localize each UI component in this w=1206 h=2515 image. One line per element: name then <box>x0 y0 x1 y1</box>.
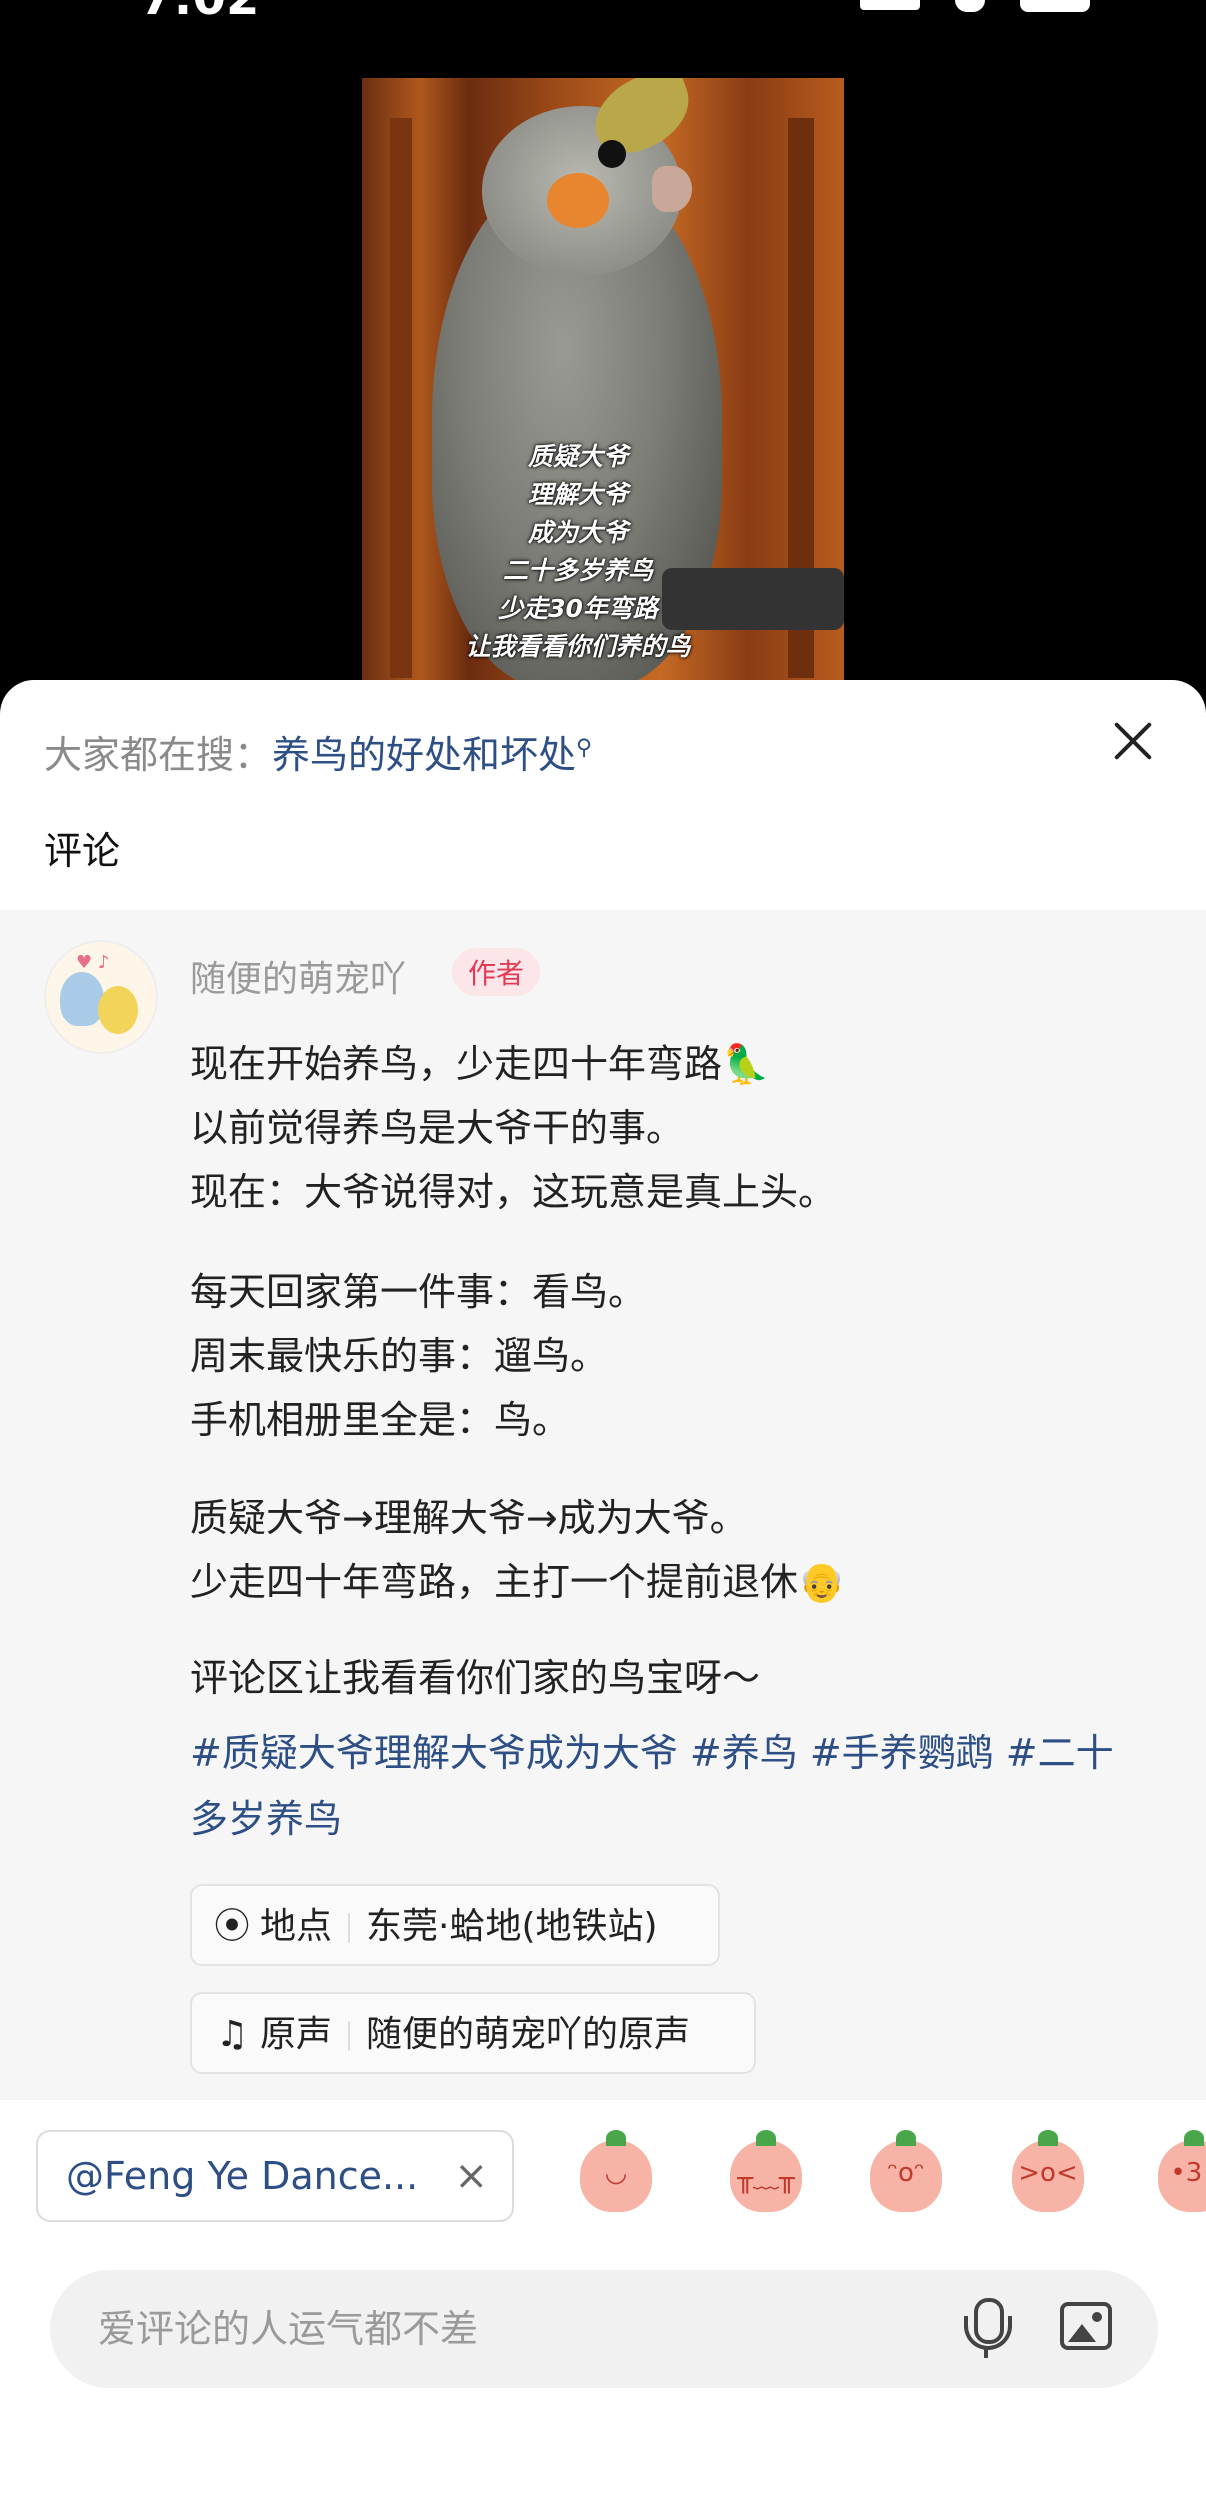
comment-paragraph: 评论区让我看看你们家的鸟宝呀～ <box>190 1646 760 1710</box>
sticker-cry[interactable]: ╥﹏╥ <box>730 2130 802 2212</box>
location-value: 东莞·蛤地(地铁站) <box>366 1906 658 1947</box>
comment-line: 周末最快乐的事：遛鸟。 <box>190 1334 609 1378</box>
comment-paragraph: 每天回家第一件事：看鸟。 周末最快乐的事：遛鸟。 手机相册里全是：鸟。 <box>190 1260 646 1452</box>
status-bar: 7:02 <box>0 0 1206 70</box>
search-keyword-link[interactable]: 养鸟的好处和坏处 <box>272 733 576 777</box>
comment-input[interactable]: 爱评论的人运气都不差 <box>50 2270 1158 2388</box>
input-placeholder: 爱评论的人运气都不差 <box>98 2307 479 2351</box>
bird-cheek <box>547 173 609 228</box>
comments-title: 评论 <box>44 829 121 873</box>
comment-sheet: 大家都在搜：养鸟的好处和坏处⚲ 评论 ♥ ♪ 随便的萌宠吖 作者 现在开始养鸟，… <box>0 680 1206 2515</box>
battery-icon <box>1020 0 1090 12</box>
sticker-tears[interactable]: ᵔoᵔ <box>870 2130 942 2212</box>
video-caption: 质疑大爷 理解大爷 成为大爷 二十多岁养鸟 少走30年弯路 让我看看你们养的鸟 <box>362 438 844 666</box>
search-prefix: 大家都在搜： <box>44 733 273 777</box>
comment-line: 手机相册里全是：鸟。 <box>190 1398 571 1442</box>
bird-beak <box>652 166 692 212</box>
comment-line: 少走四十年弯路，主打一个提前退休👴 <box>190 1560 846 1604</box>
heart-icon: ♥ ♪ <box>76 952 110 973</box>
status-time: 7:02 <box>140 0 259 26</box>
search-icon: ⚲ <box>576 735 593 761</box>
comment-line: 现在开始养鸟，少走四十年弯路🦜 <box>190 1042 770 1086</box>
comment-line: 现在：大爷说得对，这玩意是真上头。 <box>190 1170 837 1214</box>
mention-chip[interactable]: @Feng Ye Dance... × <box>36 2130 514 2222</box>
location-pin-icon: ⦿ <box>213 1906 250 1947</box>
music-value: 随便的萌宠吖的原声 <box>366 2014 691 2055</box>
bird-illustration <box>60 972 104 1026</box>
caption-line: 质疑大爷 <box>527 442 628 471</box>
caption-line: 成为大爷 <box>527 518 628 547</box>
comment-line: 评论区让我看看你们家的鸟宝呀～ <box>190 1656 761 1700</box>
signal-icon <box>860 0 920 10</box>
search-suggestion[interactable]: 大家都在搜：养鸟的好处和坏处⚲ <box>44 724 592 779</box>
video-player[interactable]: 质疑大爷 理解大爷 成为大爷 二十多岁养鸟 少走30年弯路 让我看看你们养的鸟 <box>362 78 844 680</box>
caption-line: 少走30年弯路 <box>498 594 658 623</box>
sticker-smile[interactable]: ◡ <box>580 2130 652 2212</box>
location-chip[interactable]: ⦿ 地点 东莞·蛤地(地铁站) <box>190 1884 720 1966</box>
mention-text: @Feng Ye Dance... <box>66 2154 419 2198</box>
wifi-icon <box>955 0 985 12</box>
caption-line: 让我看看你们养的鸟 <box>465 632 691 661</box>
comment-line: 以前觉得养鸟是大爷干的事。 <box>190 1106 685 1150</box>
hashtag-links[interactable]: #质疑大爷理解大爷成为大爷 #养鸟 #手养鹦鹉 #二十多岁养鸟 <box>190 1720 1150 1852</box>
close-button[interactable] <box>1110 718 1156 764</box>
author-badge: 作者 <box>452 948 541 996</box>
bird-eye <box>598 140 626 168</box>
sticker-angry[interactable]: >o< <box>1012 2130 1084 2212</box>
comment-paragraph: 质疑大爷→理解大爷→成为大爷。 少走四十年弯路，主打一个提前退休👴 <box>190 1486 845 1614</box>
location-label: 地点 <box>260 1906 333 1947</box>
music-label: 原声 <box>260 2014 333 2055</box>
avatar[interactable]: ♥ ♪ <box>44 940 158 1054</box>
caption-line: 二十多岁养鸟 <box>502 556 653 585</box>
comment-line: 每天回家第一件事：看鸟。 <box>190 1270 647 1314</box>
comment-author[interactable]: 随便的萌宠吖 <box>190 950 406 1002</box>
caption-line: 理解大爷 <box>527 480 628 509</box>
comment-line: 质疑大爷→理解大爷→成为大爷。 <box>190 1496 748 1540</box>
music-chip[interactable]: ♫ 原声 随便的萌宠吖的原声 <box>190 1992 756 2074</box>
image-icon[interactable] <box>1060 2302 1112 2350</box>
microphone-icon[interactable] <box>960 2298 1012 2360</box>
mention-close-icon[interactable]: × <box>454 2132 488 2220</box>
music-note-icon: ♫ <box>215 2014 249 2055</box>
bird-illustration <box>98 986 138 1034</box>
comment-paragraph: 现在开始养鸟，少走四十年弯路🦜 以前觉得养鸟是大爷干的事。 现在：大爷说得对，这… <box>190 1032 836 1224</box>
